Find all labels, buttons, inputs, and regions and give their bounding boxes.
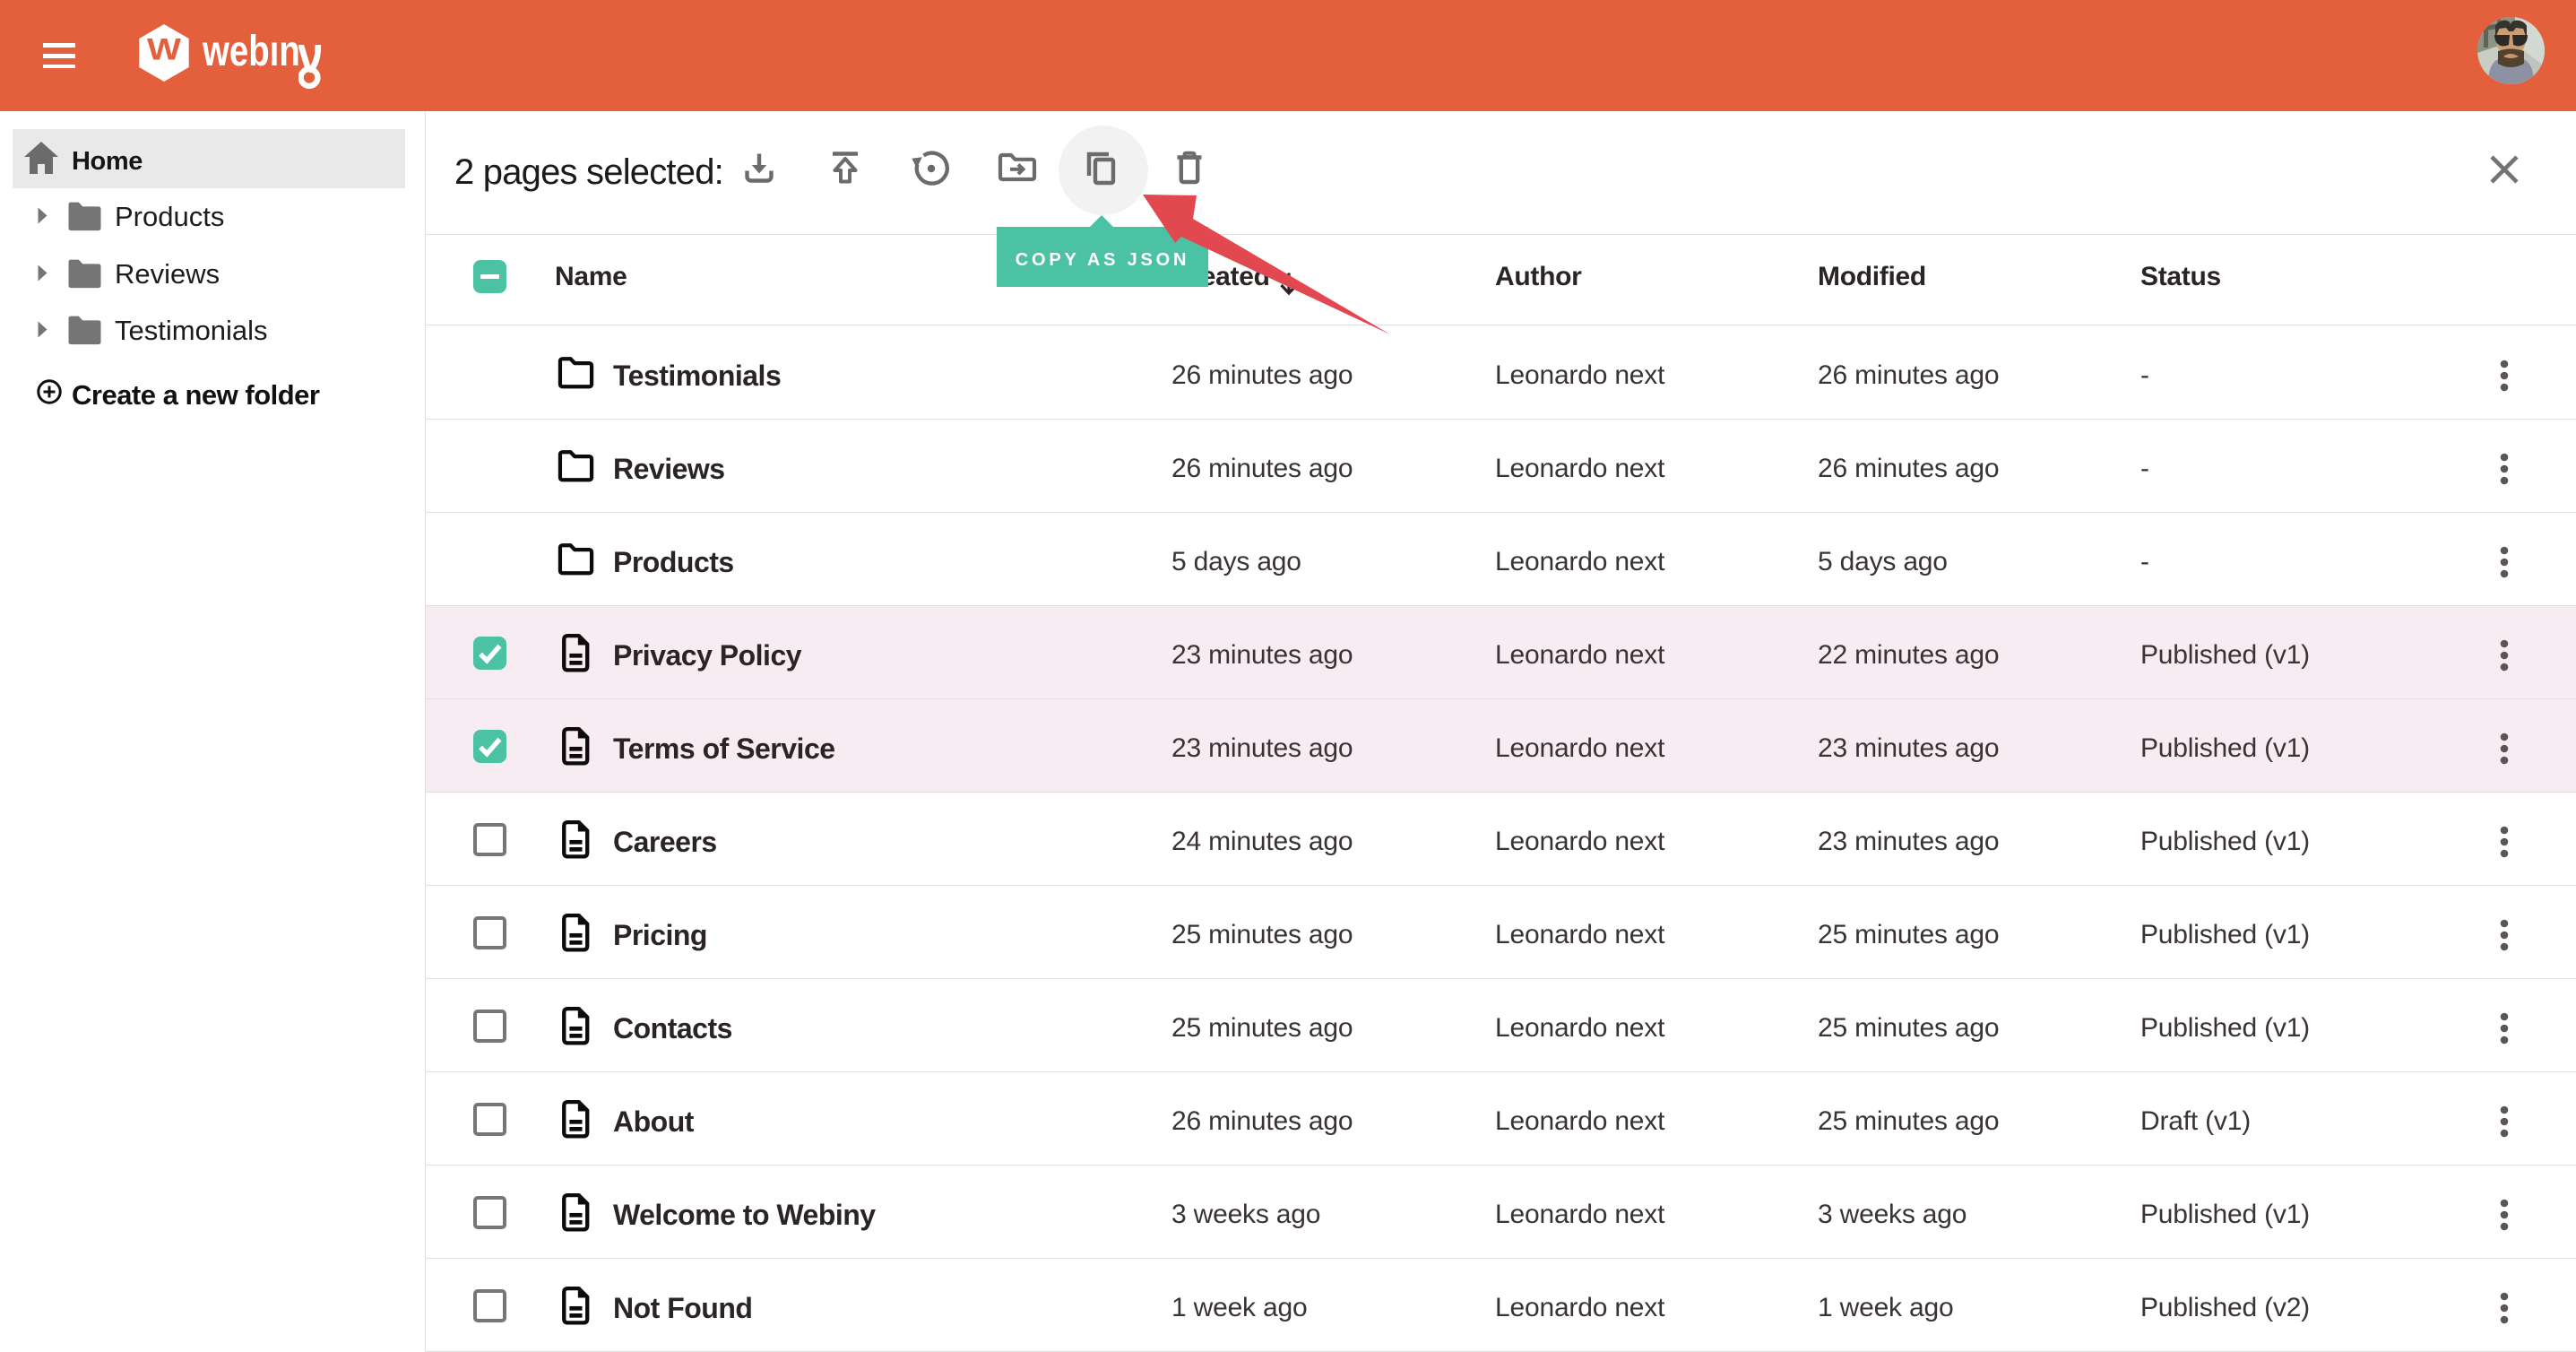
svg-text:W: W	[147, 33, 182, 67]
